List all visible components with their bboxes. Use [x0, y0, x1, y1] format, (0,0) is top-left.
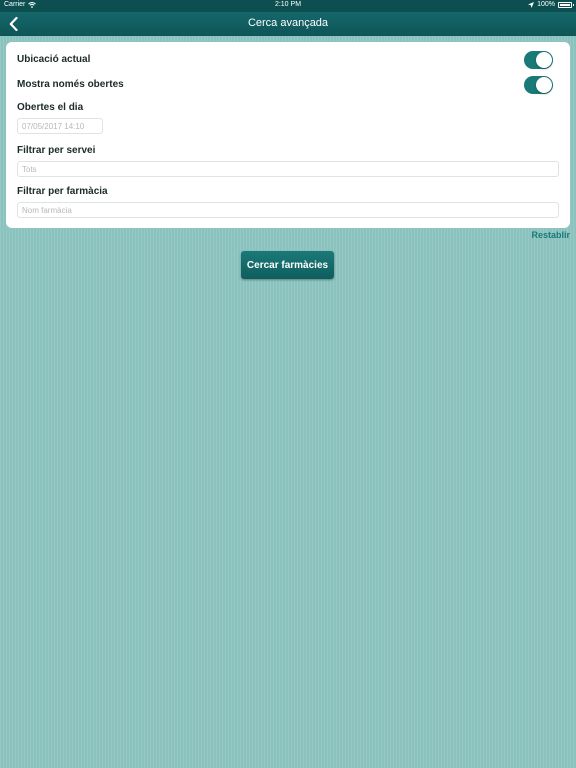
- status-time: 2:10 PM: [274, 1, 302, 8]
- battery-icon: [558, 1, 574, 8]
- only-open-toggle[interactable]: [524, 76, 553, 94]
- service-filter-label: Filtrar per servei: [17, 145, 96, 156]
- toggle-knob: [536, 52, 552, 68]
- open-on-day-label: Obertes el dia: [17, 102, 84, 113]
- reset-link[interactable]: Restablir: [531, 230, 570, 240]
- service-filter-input[interactable]: Tots: [17, 161, 559, 177]
- current-location-toggle[interactable]: [524, 51, 553, 69]
- only-open-label: Mostra només obertes: [17, 79, 124, 90]
- location-arrow-icon: [528, 1, 535, 8]
- navigation-bar: Cerca avançada: [0, 12, 576, 36]
- pharmacy-filter-label: Filtrar per farmàcia: [17, 186, 108, 197]
- status-right: 100%: [528, 1, 574, 8]
- toggle-knob: [536, 77, 552, 93]
- current-location-label: Ubicació actual: [17, 54, 91, 65]
- open-on-day-field[interactable]: 07/05/2017 14:10: [17, 118, 103, 134]
- pharmacy-filter-input[interactable]: Nom farmàcia: [17, 202, 559, 218]
- page-title: Cerca avançada: [247, 17, 329, 29]
- search-pharmacies-button[interactable]: Cercar farmàcies: [241, 251, 334, 279]
- status-bar: Carrier 2:10 PM 100%: [0, 0, 576, 12]
- search-options-card: Ubicació actual Mostra només obertes Obe…: [6, 42, 570, 228]
- battery-percent: 100%: [537, 1, 555, 8]
